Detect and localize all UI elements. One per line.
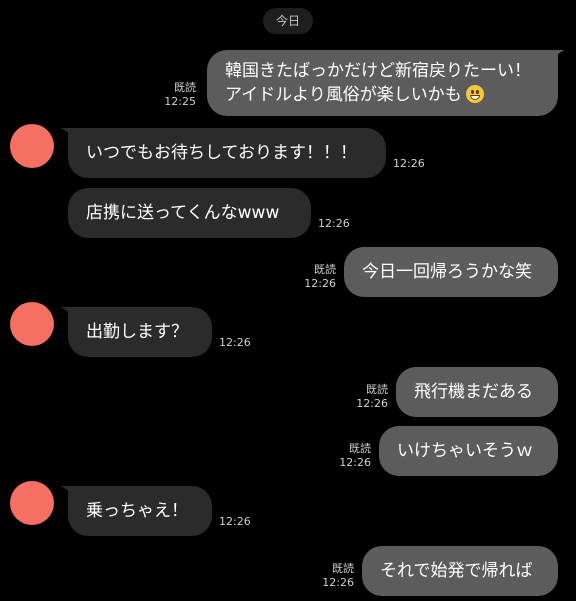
incoming-message-bubble[interactable]: 乗っちゃえ！ [68, 486, 212, 536]
message-meta: 12:26 [318, 217, 350, 231]
message-text: 店携に送ってくんなwww [86, 203, 280, 223]
message-time: 12:26 [322, 576, 354, 589]
message-text: 乗っちゃえ！ [86, 501, 188, 521]
outgoing-message-bubble[interactable]: それで始発で帰れば [362, 546, 558, 596]
message-text: 今日一回帰ろうかな笑 [362, 262, 532, 282]
message-text: 出勤します？ [86, 322, 188, 342]
message-meta: 既読 12:26 [300, 263, 336, 291]
message-text-line-with-emoji: アイドルより風俗が楽しいかも [225, 83, 544, 107]
message-text: いけちゃいそうｗ [397, 441, 533, 461]
message-time: 12:26 [219, 336, 251, 349]
message-text: 飛行機まだある [414, 382, 533, 402]
message-text: いつでもお待ちしております！！！ [86, 143, 357, 163]
message-time: 12:26 [318, 217, 350, 230]
message-meta: 既読 12:26 [352, 383, 388, 411]
message-time: 12:26 [339, 456, 371, 469]
read-receipt: 既読 [314, 263, 336, 276]
message-meta: 12:26 [219, 515, 251, 529]
message-time: 12:26 [304, 277, 336, 290]
read-receipt: 既読 [174, 81, 196, 94]
message-meta: 12:26 [393, 157, 425, 171]
incoming-message-bubble[interactable]: 店携に送ってくんなwww [68, 188, 311, 238]
message-time: 12:26 [393, 157, 425, 170]
message-time: 12:26 [219, 515, 251, 528]
read-receipt: 既読 [332, 562, 354, 575]
outgoing-message-bubble[interactable]: いけちゃいそうｗ [379, 426, 558, 476]
read-receipt: 既読 [366, 383, 388, 396]
avatar[interactable] [10, 481, 54, 525]
grinning-face-emoji-icon [465, 85, 484, 103]
date-separator: 今日 [263, 8, 313, 34]
outgoing-message-bubble[interactable]: 今日一回帰ろうかな笑 [344, 247, 558, 297]
outgoing-message-bubble[interactable]: 韓国きたばっかだけど新宿戻りたーい！ アイドルより風俗が楽しいかも [207, 50, 558, 116]
message-meta: 既読 12:25 [160, 81, 196, 109]
message-time: 12:25 [164, 95, 196, 108]
avatar[interactable] [10, 302, 54, 346]
incoming-message-bubble[interactable]: いつでもお待ちしております！！！ [68, 128, 386, 178]
avatar[interactable] [10, 124, 54, 168]
read-receipt: 既読 [349, 442, 371, 455]
message-text-line: アイドルより風俗が楽しいかも [225, 85, 462, 105]
outgoing-message-bubble[interactable]: 飛行機まだある [396, 367, 558, 417]
incoming-message-bubble[interactable]: 出勤します？ [68, 307, 212, 357]
message-meta: 既読 12:26 [318, 562, 354, 590]
message-meta: 既読 12:26 [335, 442, 371, 470]
message-text: それで始発で帰れば [380, 561, 533, 581]
message-meta: 12:26 [219, 336, 251, 350]
message-time: 12:26 [356, 397, 388, 410]
message-text-line: 韓国きたばっかだけど新宿戻りたーい！ [225, 61, 531, 81]
